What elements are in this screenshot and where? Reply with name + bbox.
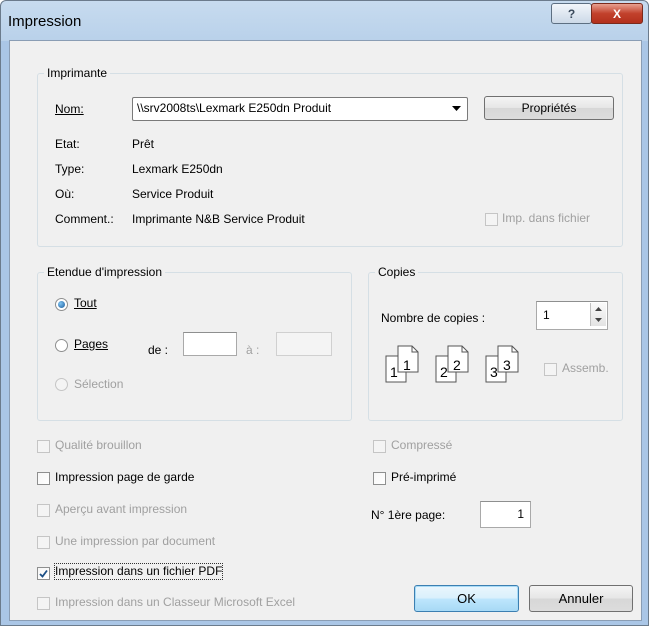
print-range-group-title: Etendue d'impression bbox=[44, 265, 166, 279]
copies-count-label: Nombre de copies : bbox=[381, 311, 486, 325]
printer-name-select[interactable]: \\srv2008ts\Lexmark E250dn Produit bbox=[132, 97, 468, 121]
status-value: Prêt bbox=[132, 137, 155, 151]
close-button[interactable]: X bbox=[591, 3, 643, 24]
copies-group: Copies Nombre de copies : 1 1 1 2 2 3 3 … bbox=[368, 265, 623, 421]
copies-count-input[interactable]: 1 bbox=[536, 301, 608, 330]
cover-page-label: Impression page de garde bbox=[55, 470, 195, 484]
printer-group-title: Imprimante bbox=[44, 66, 111, 80]
excel-label: Impression dans un Classeur Microsoft Ex… bbox=[55, 595, 296, 609]
radio-selected-dot bbox=[58, 301, 65, 308]
type-value: Lexmark E250dn bbox=[132, 162, 223, 176]
from-input[interactable] bbox=[183, 332, 237, 356]
radio-all[interactable] bbox=[55, 298, 68, 311]
type-label: Type: bbox=[55, 162, 85, 176]
printer-name-label: Nom: bbox=[55, 102, 84, 116]
collate-page-3a: 3 bbox=[490, 364, 498, 380]
compressed-checkbox[interactable] bbox=[373, 440, 386, 453]
collate-illustration: 1 1 2 2 3 3 bbox=[383, 343, 553, 393]
one-per-document-checkbox[interactable] bbox=[37, 536, 50, 549]
where-label: Où: bbox=[55, 187, 75, 201]
preview-checkbox[interactable] bbox=[37, 504, 50, 517]
first-page-label: N° 1ère page: bbox=[371, 508, 446, 522]
printer-group: Imprimante Nom: \\srv2008ts\Lexmark E250… bbox=[37, 66, 623, 247]
compressed-label: Compressé bbox=[391, 438, 453, 452]
preprinted-label: Pré-imprimé bbox=[391, 470, 457, 484]
collate-label: Assemb. bbox=[562, 361, 609, 375]
radio-selection-label: Sélection bbox=[74, 377, 124, 391]
first-page-value: 1 bbox=[517, 507, 524, 521]
close-icon: X bbox=[612, 6, 621, 21]
pdf-file-label: Impression dans un fichier PDF bbox=[53, 563, 224, 580]
help-button[interactable]: ? bbox=[551, 3, 592, 24]
collate-page-2a: 2 bbox=[440, 364, 448, 380]
spin-up-icon[interactable] bbox=[595, 307, 602, 311]
print-range-group: Etendue d'impression Tout Pages de : à :… bbox=[37, 265, 352, 421]
cover-page-checkbox[interactable] bbox=[37, 472, 50, 485]
ok-button[interactable]: OK bbox=[414, 585, 519, 612]
copies-spinner[interactable] bbox=[590, 303, 606, 326]
printer-name-value: \\srv2008ts\Lexmark E250dn Produit bbox=[137, 101, 332, 115]
draft-quality-checkbox[interactable] bbox=[37, 440, 50, 453]
collate-checkbox[interactable] bbox=[544, 363, 557, 376]
to-input[interactable] bbox=[276, 332, 332, 356]
radio-pages[interactable] bbox=[55, 339, 68, 352]
cancel-button[interactable]: Annuler bbox=[529, 585, 633, 612]
window-title: Impression bbox=[8, 13, 82, 30]
radio-all-label: Tout bbox=[74, 296, 97, 310]
first-page-input[interactable]: 1 bbox=[480, 501, 531, 528]
checkmark-icon bbox=[39, 569, 48, 578]
copies-count-value: 1 bbox=[543, 308, 550, 322]
preprinted-checkbox[interactable] bbox=[373, 472, 386, 485]
collate-page-3b: 3 bbox=[503, 357, 511, 373]
properties-button[interactable]: Propriétés bbox=[484, 96, 614, 120]
dialog-body: Imprimante Nom: \\srv2008ts\Lexmark E250… bbox=[9, 40, 642, 621]
collate-page-2b: 2 bbox=[453, 357, 461, 373]
status-label: Etat: bbox=[55, 137, 80, 151]
collate-page-1a: 1 bbox=[390, 364, 398, 380]
radio-selection[interactable] bbox=[55, 378, 68, 391]
where-value: Service Produit bbox=[132, 187, 214, 201]
from-label: de : bbox=[148, 343, 169, 357]
to-label: à : bbox=[246, 343, 260, 357]
pdf-file-checkbox[interactable] bbox=[37, 567, 50, 580]
chevron-down-icon bbox=[452, 106, 461, 111]
comment-label: Comment.: bbox=[55, 212, 114, 226]
help-icon: ? bbox=[567, 6, 576, 21]
print-to-file-checkbox[interactable] bbox=[485, 213, 498, 226]
one-per-document-label: Une impression par document bbox=[55, 534, 216, 548]
radio-pages-label: Pages bbox=[74, 337, 109, 351]
collate-page-1b: 1 bbox=[403, 357, 411, 373]
comment-value: Imprimante N&B Service Produit bbox=[132, 212, 305, 226]
title-bar[interactable]: Impression ? X bbox=[1, 1, 648, 41]
print-dialog: Impression ? X Imprimante Nom: \\srv2008… bbox=[0, 0, 649, 626]
print-to-file-label: Imp. dans fichier bbox=[502, 211, 591, 225]
spin-down-icon[interactable] bbox=[595, 318, 602, 322]
preview-label: Aperçu avant impression bbox=[55, 502, 188, 516]
draft-quality-label: Qualité brouillon bbox=[55, 438, 142, 452]
excel-checkbox[interactable] bbox=[37, 597, 50, 610]
copies-group-title: Copies bbox=[375, 265, 419, 279]
